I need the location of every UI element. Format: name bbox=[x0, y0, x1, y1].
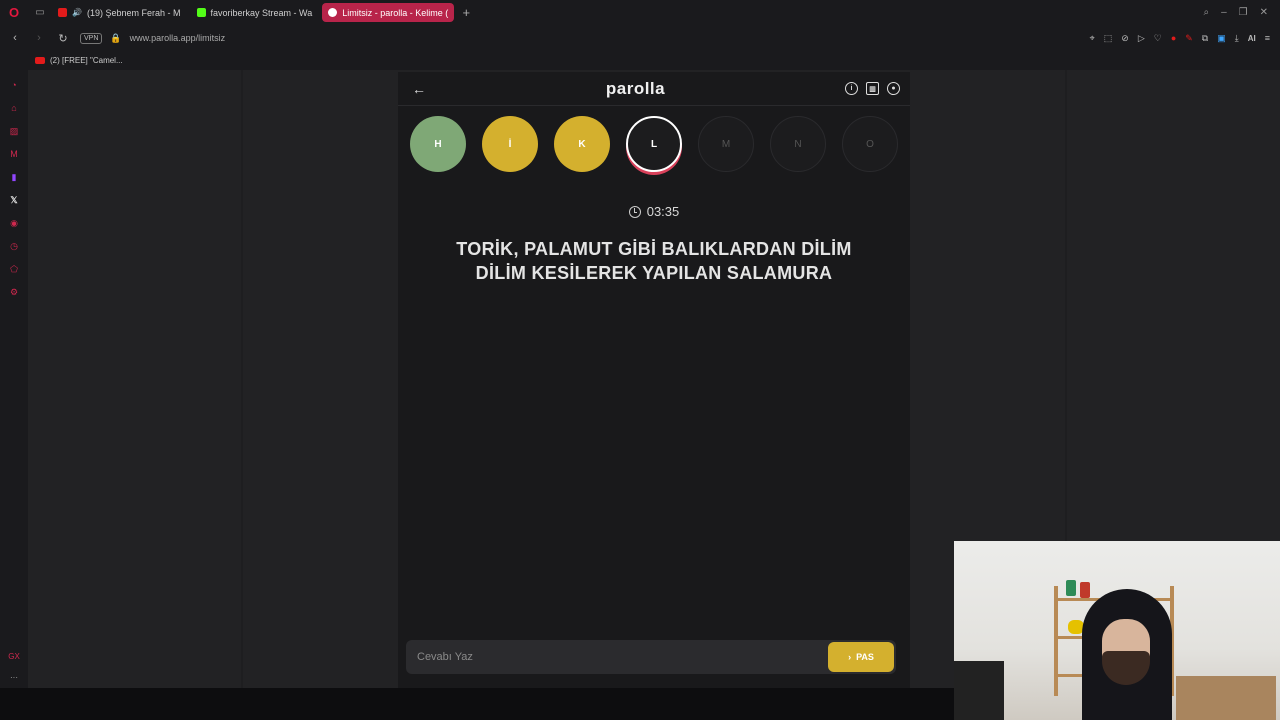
bookmarks-bar: (2) [FREE] "Camel... bbox=[0, 51, 1280, 70]
profile-icon[interactable]: ● bbox=[887, 82, 900, 95]
stats-icon[interactable]: ▥ bbox=[866, 82, 879, 95]
ai-button[interactable]: AI bbox=[1248, 34, 1256, 43]
adblock-icon[interactable]: ⊘ bbox=[1121, 33, 1129, 44]
vpn-badge[interactable]: VPN bbox=[80, 32, 103, 44]
play-icon[interactable]: ▷ bbox=[1138, 33, 1145, 44]
timer: 03:35 bbox=[398, 204, 910, 219]
webcam-overlay bbox=[954, 541, 1280, 720]
gmail-icon[interactable]: M bbox=[7, 147, 21, 161]
tab-bar: O ▭ 🔊 (19) Şebnem Ferah - M favoriberkay… bbox=[0, 0, 1280, 25]
url-field[interactable]: www.parolla.app/limitsiz bbox=[130, 33, 226, 43]
letter-circle-current: L bbox=[626, 116, 682, 172]
close-icon[interactable]: ✕ bbox=[1260, 7, 1268, 18]
address-bar: ‹ › ↻ VPN 🔒 www.parolla.app/limitsiz ⌖ ⬚… bbox=[0, 25, 1280, 51]
opera-logo-icon[interactable]: O bbox=[0, 5, 28, 20]
bookmark-item[interactable]: (2) [FREE] "Camel... bbox=[50, 56, 123, 65]
question-text: TORİK, PALAMUT GİBİ BALIKLARDAN DİLİM Dİ… bbox=[456, 239, 852, 283]
tab-label: Limitsiz - parolla - Kelime ( bbox=[342, 7, 449, 18]
chevron-right-icon: › bbox=[848, 652, 852, 662]
window-controls: ⌕ – ❐ ✕ bbox=[1203, 7, 1280, 18]
tab-parolla[interactable]: Limitsiz - parolla - Kelime ( bbox=[322, 3, 455, 22]
info-icon[interactable]: i bbox=[845, 82, 858, 95]
x-icon[interactable]: 𝕏 bbox=[7, 193, 21, 207]
letter-circle: K bbox=[554, 116, 610, 172]
reload-icon[interactable]: ↻ bbox=[54, 32, 72, 45]
timer-value: 03:35 bbox=[646, 204, 680, 219]
menu-icon[interactable]: ≡ bbox=[1265, 33, 1270, 43]
letter-circle: O bbox=[842, 116, 898, 172]
extension-blue-icon[interactable]: ▣ bbox=[1217, 33, 1226, 44]
search-icon[interactable]: ⌕ bbox=[1203, 7, 1209, 18]
app-logo[interactable]: parolla bbox=[606, 79, 665, 99]
letter-circle: H bbox=[410, 116, 466, 172]
tab-menu-icon[interactable]: ▭ bbox=[28, 7, 52, 18]
back-icon[interactable]: ‹ bbox=[6, 32, 24, 44]
restore-icon[interactable]: ❐ bbox=[1239, 7, 1248, 18]
minimize-icon[interactable]: – bbox=[1221, 7, 1227, 18]
answer-input[interactable] bbox=[417, 651, 828, 663]
tab-kick[interactable]: favoriberkay Stream - Wa bbox=[191, 3, 319, 22]
browser-sidebar: ◔ ⌂ ▨ M ▮ 𝕏 ◉ ◷ ⬠ ⚙ GX ··· bbox=[0, 70, 28, 688]
answer-bar: › PAS bbox=[406, 640, 896, 674]
toolbar-icons: ⌖ ⬚ ⊘ ▷ ♡ ● ✎ ⧉ ▣ ⤓ AI ≡ bbox=[1090, 33, 1280, 44]
tab-label: (19) Şebnem Ferah - M bbox=[86, 7, 181, 18]
extension-red-icon[interactable]: ● bbox=[1171, 33, 1176, 43]
back-arrow-icon[interactable]: ← bbox=[412, 81, 426, 97]
screenshot-icon[interactable]: ⬚ bbox=[1104, 33, 1113, 44]
aria-icon[interactable]: ◔ bbox=[7, 78, 21, 92]
settings-icon[interactable]: ⚙ bbox=[7, 285, 21, 299]
tab-label: favoriberkay Stream - Wa bbox=[210, 7, 313, 18]
pass-button[interactable]: › PAS bbox=[828, 642, 894, 672]
extensions-icon[interactable]: ⧉ bbox=[1202, 33, 1208, 44]
youtube-icon bbox=[58, 8, 67, 17]
player-circle-icon[interactable]: ◉ bbox=[7, 216, 21, 230]
clock-icon bbox=[628, 205, 641, 218]
letter-circle: İ bbox=[482, 116, 538, 172]
youtube-icon bbox=[35, 57, 45, 64]
player-icon[interactable]: ▨ bbox=[7, 124, 21, 138]
lock-icon[interactable]: 🔒 bbox=[110, 33, 121, 44]
gx-icon[interactable]: GX bbox=[8, 652, 20, 661]
kick-icon bbox=[196, 8, 206, 17]
extensions-side-icon[interactable]: ⬠ bbox=[7, 262, 21, 276]
streamer-image bbox=[1072, 589, 1182, 720]
forward-icon[interactable]: › bbox=[30, 32, 48, 44]
letter-track: H İ K L M N O bbox=[398, 116, 910, 172]
heart-icon[interactable]: ♡ bbox=[1154, 33, 1162, 44]
speaker-icon[interactable]: 🔊 bbox=[72, 8, 82, 17]
parolla-app: ← parolla i ▥ ● H İ K L M N O 03:35 TORİ… bbox=[398, 72, 910, 688]
history-icon[interactable]: ◷ bbox=[7, 239, 21, 253]
pin-icon[interactable]: ⌖ bbox=[1090, 33, 1095, 44]
workspace-icon[interactable]: ⌂ bbox=[7, 101, 21, 115]
pass-label: PAS bbox=[856, 652, 874, 662]
parolla-favicon-icon bbox=[328, 8, 338, 17]
letter-circle: N bbox=[770, 116, 826, 172]
tab-youtube[interactable]: 🔊 (19) Şebnem Ferah - M bbox=[52, 3, 187, 22]
new-tab-button[interactable]: + bbox=[458, 5, 474, 20]
extension-pin-icon[interactable]: ✎ bbox=[1185, 33, 1193, 44]
twitch-icon[interactable]: ▮ bbox=[7, 170, 21, 184]
letter-circle: M bbox=[698, 116, 754, 172]
more-icon[interactable]: ··· bbox=[10, 673, 18, 682]
app-header: ← parolla i ▥ ● bbox=[398, 72, 910, 106]
download-icon[interactable]: ⤓ bbox=[1235, 33, 1239, 44]
